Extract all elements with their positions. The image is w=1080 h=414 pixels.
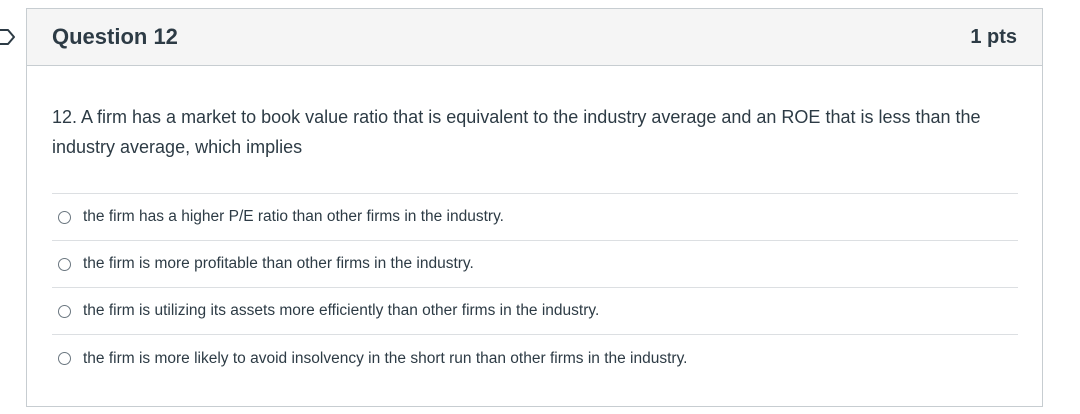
answer-label[interactable]: the firm is utilizing its assets more ef…: [83, 302, 599, 320]
question-points: 1 pts: [970, 25, 1017, 48]
answer-option-4[interactable]: the firm is more likely to avoid insolve…: [52, 335, 1018, 382]
answer-label[interactable]: the firm has a higher P/E ratio than oth…: [83, 208, 504, 226]
question-body: 12. A firm has a market to book value ra…: [27, 66, 1042, 382]
answer-option-2[interactable]: the firm is more profitable than other f…: [52, 241, 1018, 288]
question-card: Question 12 1 pts 12. A firm has a marke…: [26, 8, 1043, 407]
answer-label[interactable]: the firm is more likely to avoid insolve…: [83, 350, 687, 368]
bookmark-flag-icon[interactable]: [0, 27, 16, 47]
question-title: Question 12: [52, 24, 178, 49]
radio-button[interactable]: [58, 352, 71, 365]
answer-label[interactable]: the firm is more profitable than other f…: [83, 255, 474, 273]
quiz-page: Question 12 1 pts 12. A firm has a marke…: [0, 0, 1080, 414]
radio-button[interactable]: [58, 304, 71, 318]
radio-button[interactable]: [58, 210, 71, 224]
answer-list: the firm has a higher P/E ratio than oth…: [52, 193, 1018, 382]
question-text: 12. A firm has a market to book value ra…: [52, 107, 981, 157]
answer-option-1[interactable]: the firm has a higher P/E ratio than oth…: [52, 194, 1018, 241]
answer-option-3[interactable]: the firm is utilizing its assets more ef…: [52, 288, 1018, 335]
radio-button[interactable]: [58, 257, 71, 271]
question-header: Question 12 1 pts: [27, 9, 1042, 66]
